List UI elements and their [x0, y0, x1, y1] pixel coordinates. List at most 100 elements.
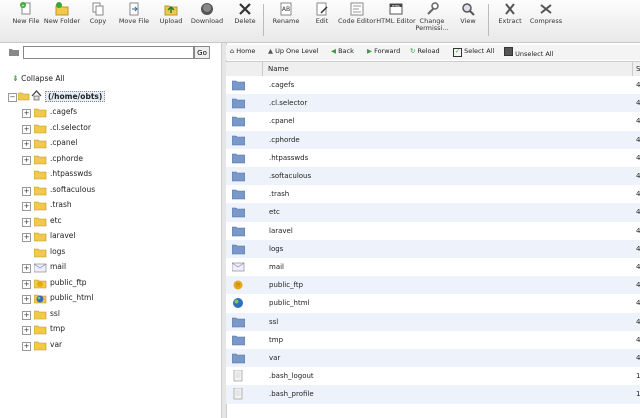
unselect-all-button[interactable]: Unselect All	[504, 47, 553, 58]
code-editor-button[interactable]: Code Editor	[337, 2, 377, 25]
file-name[interactable]: .htpasswds	[269, 154, 308, 162]
rename-button[interactable]: AB Rename	[266, 2, 306, 25]
table-row[interactable]: !! public_ftp 4	[226, 276, 640, 295]
move-file-label: Move File	[118, 17, 150, 25]
file-name[interactable]: .cphorde	[269, 136, 300, 144]
table-row[interactable]: .htpasswds 4	[226, 148, 640, 167]
table-row[interactable]: .cpanel 4	[226, 112, 640, 131]
size-column-header[interactable]: S	[636, 65, 640, 73]
file-name[interactable]: logs	[269, 245, 283, 253]
folder-icon	[34, 217, 47, 226]
edit-button[interactable]: Edit	[302, 2, 342, 25]
table-row[interactable]: etc 4	[226, 203, 640, 222]
forward-button[interactable]: ▶ Forward	[367, 47, 400, 55]
collapse-expander[interactable]: −	[8, 93, 17, 102]
expand-expander[interactable]: +	[22, 124, 31, 134]
path-input[interactable]	[23, 46, 194, 59]
table-row[interactable]: .bash_logout 1	[226, 367, 640, 386]
expand-expander[interactable]: +	[22, 310, 31, 320]
view-button[interactable]: View	[448, 2, 488, 25]
svg-text:HTML: HTML	[392, 4, 401, 8]
reload-label: Reload	[417, 47, 440, 55]
collapse-all-link[interactable]: ⇟ Collapse All	[12, 74, 65, 83]
html-editor-button[interactable]: HTML HTML Editor	[376, 2, 416, 25]
expand-expander[interactable]: +	[22, 217, 31, 227]
select-all-button[interactable]: ✓ Select All	[453, 47, 494, 57]
reload-icon: ↻	[410, 47, 416, 55]
file-name[interactable]: etc	[269, 208, 280, 216]
new-file-icon: +	[20, 2, 31, 15]
go-button[interactable]: Go	[194, 46, 210, 59]
file-name[interactable]: .cl.selector	[269, 99, 307, 107]
new-folder-button[interactable]: New Folder	[42, 2, 82, 25]
table-row[interactable]: .softaculous 4	[226, 167, 640, 186]
expand-expander[interactable]: +	[22, 295, 31, 304]
file-size: 4	[636, 226, 640, 235]
expand-expander[interactable]: +	[22, 109, 31, 118]
folder-icon	[34, 201, 47, 211]
table-row[interactable]: .bash_profile 1	[226, 385, 640, 404]
folder-icon	[34, 325, 47, 335]
delete-label: Delete	[234, 17, 256, 25]
toolbar: + New File New Folder Copy Move File Upl…	[0, 0, 640, 43]
table-row[interactable]: logs 4	[226, 239, 640, 258]
back-button[interactable]: ◀ Back	[331, 47, 354, 55]
file-name[interactable]: .bash_profile	[269, 390, 314, 398]
file-name[interactable]: .bash_logout	[269, 372, 314, 380]
expand-expander[interactable]: +	[22, 326, 31, 335]
table-row[interactable]: .cphorde 4	[226, 130, 640, 149]
file-size: 4	[636, 99, 640, 108]
download-button[interactable]: Download	[187, 2, 227, 25]
expand-expander[interactable]: +	[22, 140, 31, 149]
folder-icon	[232, 98, 245, 109]
file-name[interactable]: public_html	[269, 299, 310, 307]
table-row[interactable]: .trash 4	[226, 185, 640, 204]
table-row[interactable]: tmp 4	[226, 330, 640, 349]
file-name[interactable]: ssl	[269, 318, 278, 326]
table-row[interactable]: laravel 4	[226, 221, 640, 240]
compress-button[interactable]: Compress	[526, 2, 566, 25]
move-file-button[interactable]: Move File	[114, 2, 154, 25]
open-folder-icon	[18, 92, 30, 101]
folder-icon	[232, 353, 245, 364]
expand-expander[interactable]: +	[22, 155, 31, 165]
expand-expander[interactable]: +	[22, 279, 31, 289]
new-file-button[interactable]: + New File	[6, 2, 46, 25]
file-name[interactable]: var	[269, 354, 280, 362]
home-nav-button[interactable]: ⌂ Home	[230, 47, 255, 55]
file-name[interactable]: mail	[269, 263, 284, 271]
file-name[interactable]: .cpanel	[269, 117, 295, 125]
up-one-level-button[interactable]: ▲ Up One Level	[268, 47, 319, 55]
file-name[interactable]: tmp	[269, 336, 283, 344]
unselect-all-checkbox-icon	[504, 47, 513, 56]
copy-button[interactable]: Copy	[78, 2, 118, 25]
change-permissions-button[interactable]: Change Permissi...	[412, 2, 452, 32]
expand-expander[interactable]: +	[22, 233, 31, 242]
expand-expander[interactable]: +	[22, 341, 31, 351]
expand-expander[interactable]: +	[22, 186, 31, 196]
upload-button[interactable]: Upload	[151, 2, 191, 25]
table-row[interactable]: var 4	[226, 349, 640, 368]
folder-icon	[34, 124, 47, 133]
table-row[interactable]: .cagefs 4	[226, 76, 640, 95]
file-name[interactable]: .softaculous	[269, 172, 311, 180]
new-folder-label: New Folder	[43, 17, 81, 25]
folder-icon	[34, 108, 47, 118]
reload-button[interactable]: ↻ Reload	[410, 47, 440, 55]
expand-expander[interactable]: +	[22, 202, 31, 211]
expand-expander[interactable]: +	[22, 264, 31, 273]
file-name[interactable]: public_ftp	[269, 281, 303, 289]
file-name[interactable]: laravel	[269, 227, 293, 235]
table-row[interactable]: mail 4	[226, 258, 640, 277]
file-name[interactable]: .trash	[269, 190, 289, 198]
table-row[interactable]: ssl 4	[226, 312, 640, 331]
extract-button[interactable]: Extract	[490, 2, 530, 25]
file-name[interactable]: .cagefs	[269, 81, 294, 89]
folder-icon	[34, 155, 47, 164]
download-label: Download	[190, 17, 224, 25]
delete-button[interactable]: Delete	[225, 2, 265, 25]
table-row[interactable]: .cl.selector 4	[226, 94, 640, 113]
table-row[interactable]: public_html 4	[226, 294, 640, 313]
name-column-header[interactable]: Name	[268, 65, 289, 73]
file-size: 4	[636, 117, 640, 126]
